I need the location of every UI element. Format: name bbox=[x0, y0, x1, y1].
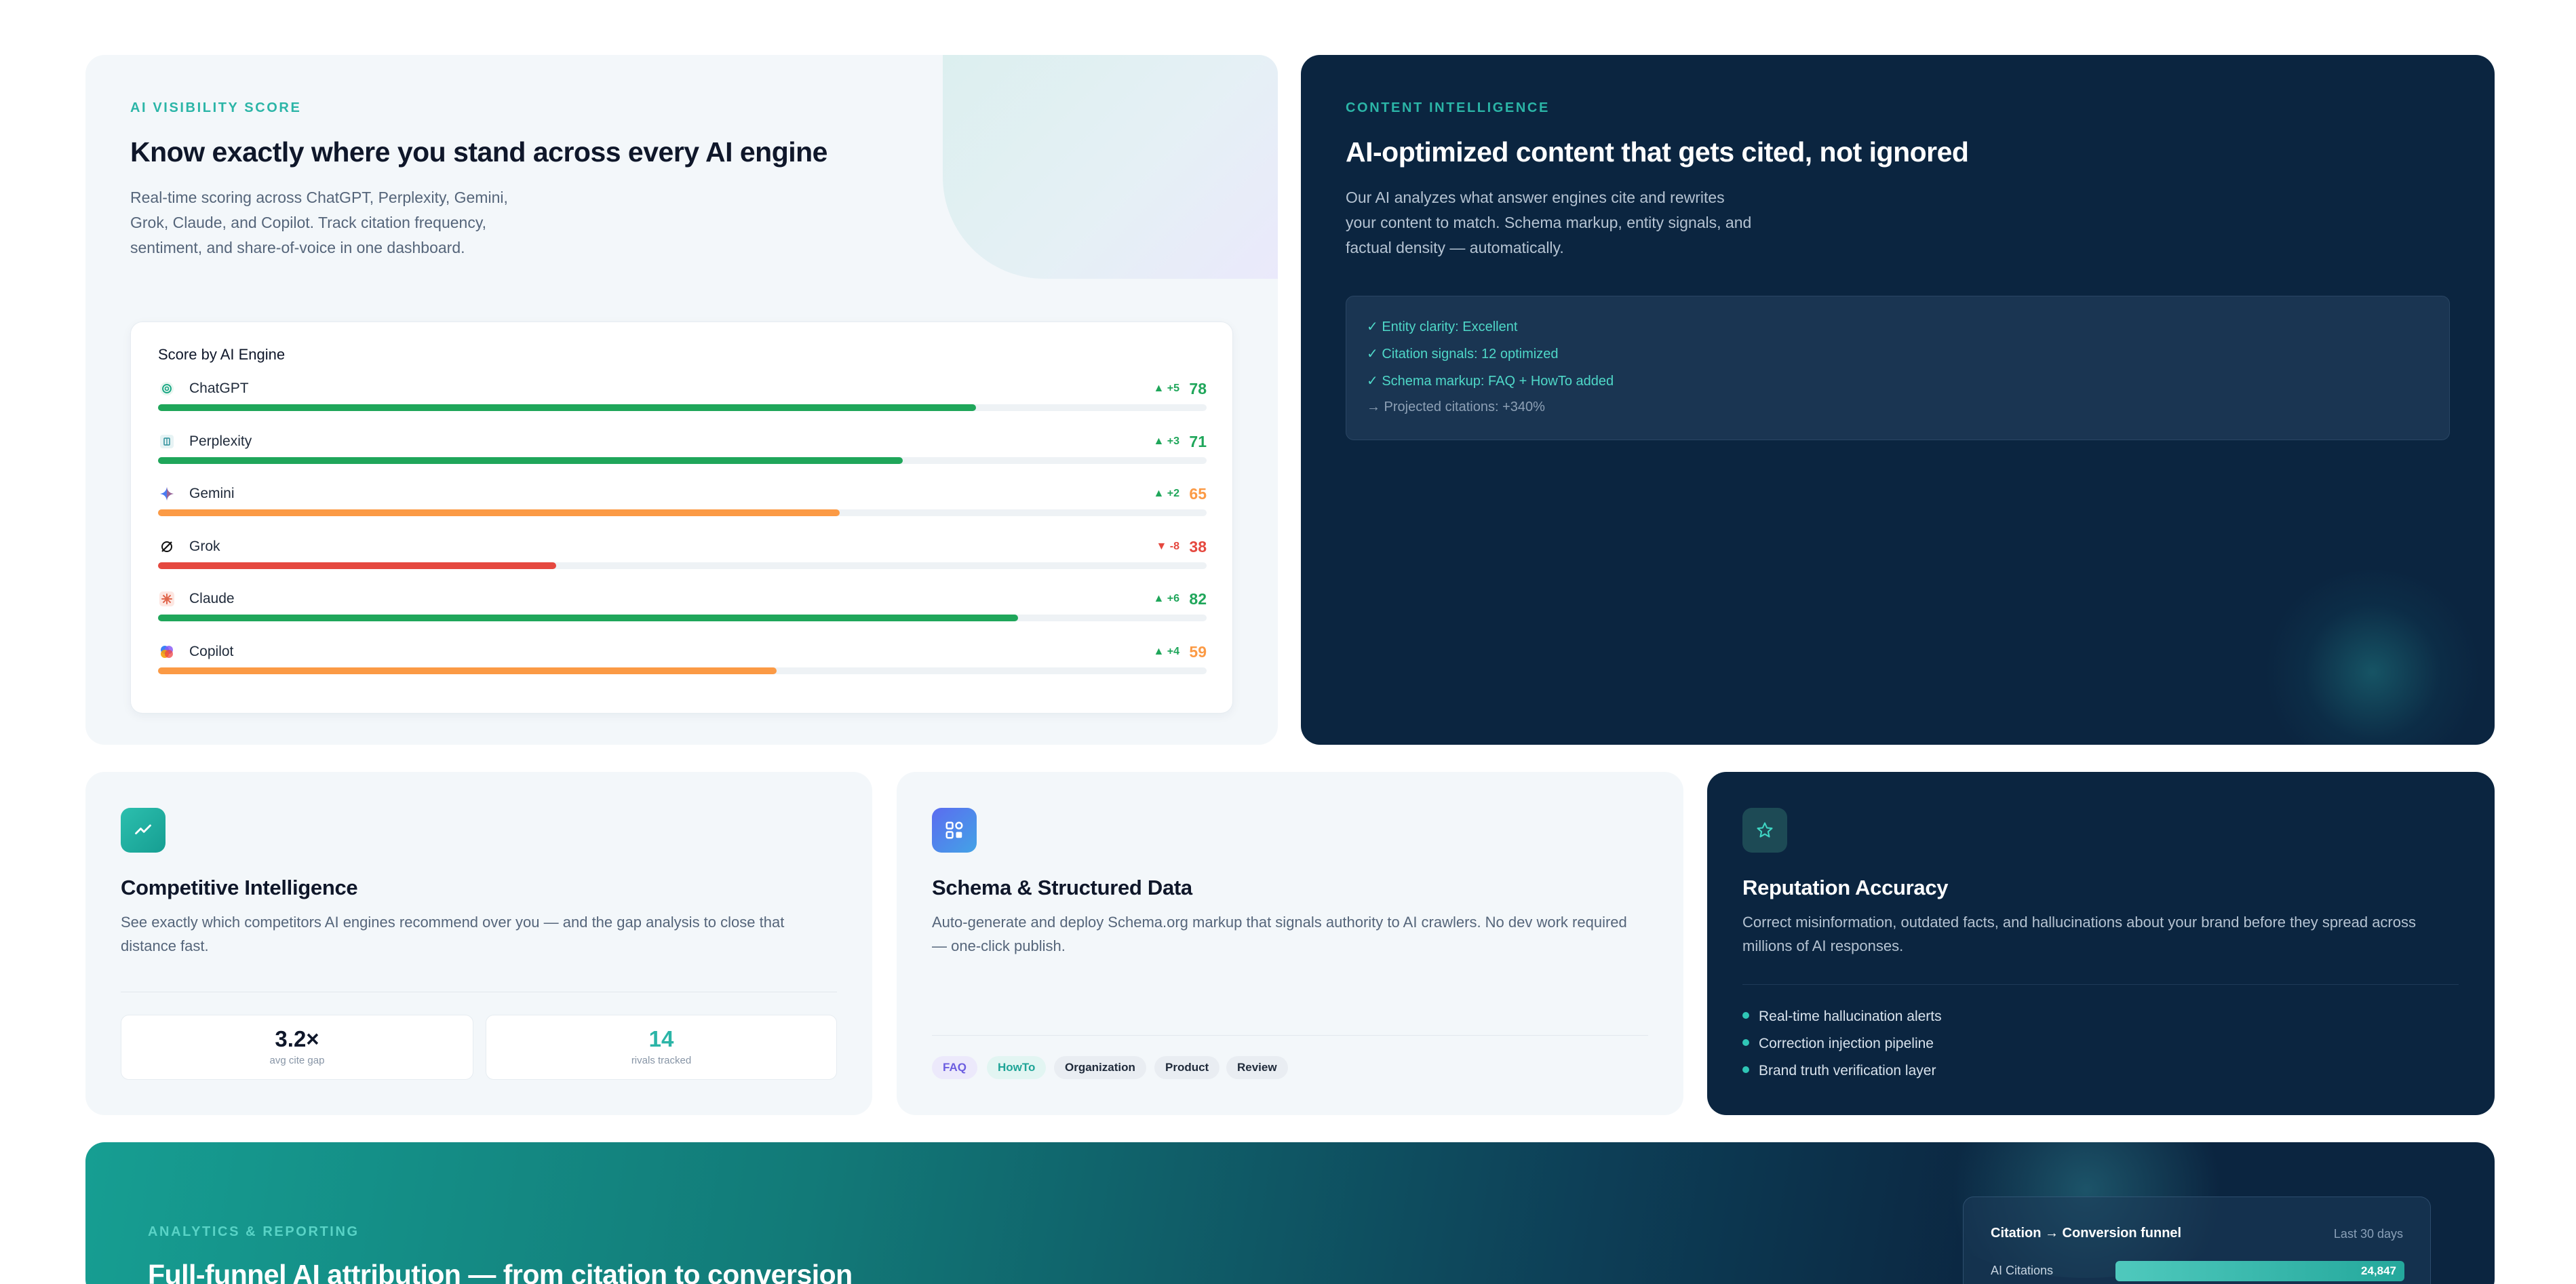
competitive-title: Competitive Intelligence bbox=[121, 876, 358, 899]
analytics-title: Full-funnel AI attribution — from citati… bbox=[148, 1259, 853, 1284]
engine-score: 78 bbox=[1189, 380, 1207, 397]
perplexity-icon bbox=[158, 433, 176, 450]
score-track bbox=[158, 509, 1207, 516]
engine-name: Gemini bbox=[189, 486, 235, 501]
competitive-description: See exactly which competitors AI engines… bbox=[121, 914, 785, 954]
score-bar bbox=[158, 667, 777, 674]
chip-howto[interactable]: HowTo bbox=[987, 1056, 1047, 1079]
engine-delta: ▲ +4 bbox=[1153, 645, 1179, 657]
funnel-bar: 24,847 bbox=[2115, 1261, 2404, 1281]
score-track bbox=[158, 404, 1207, 411]
claude-icon bbox=[158, 590, 176, 608]
engine-row-copilot: Copilot ▲ +4 59 bbox=[158, 643, 1207, 690]
engine-name: Claude bbox=[189, 591, 235, 606]
trend-icon bbox=[121, 808, 165, 853]
content-eyebrow: CONTENT INTELLIGENCE bbox=[1346, 100, 1550, 115]
divider bbox=[1742, 984, 2459, 985]
divider bbox=[932, 1035, 1648, 1036]
funnel-row-value: 24,847 bbox=[2361, 1264, 2396, 1277]
engine-score: 71 bbox=[1189, 432, 1207, 450]
content-description: Our AI analyzes what answer engines cite… bbox=[1346, 189, 1752, 256]
ai-visibility-card: AI VISIBILITY SCORE Know exactly where y… bbox=[85, 55, 1278, 745]
content-title: AI-optimized content that gets cited, no… bbox=[1346, 136, 1969, 168]
gemini-icon bbox=[158, 485, 176, 503]
visibility-eyebrow: AI VISIBILITY SCORE bbox=[130, 100, 302, 115]
content-intelligence-card: CONTENT INTELLIGENCE AI-optimized conten… bbox=[1301, 55, 2495, 745]
chip-product[interactable]: Product bbox=[1154, 1056, 1220, 1079]
engine-row-gemini: Gemini ▲ +2 65 bbox=[158, 485, 1207, 532]
bullet-item: Brand truth verification layer bbox=[1742, 1063, 1936, 1079]
funnel-title: Citation → Conversion funnel bbox=[1991, 1226, 2182, 1241]
funnel-range: Last 30 days bbox=[2333, 1227, 2403, 1241]
engine-name: Perplexity bbox=[189, 433, 252, 449]
schema-title: Schema & Structured Data bbox=[932, 876, 1192, 899]
score-track bbox=[158, 667, 1207, 674]
visibility-description: Real-time scoring across ChatGPT, Perple… bbox=[130, 189, 508, 256]
content-analysis-box: ✓ Entity clarity: Excellent ✓ Citation s… bbox=[1346, 296, 2450, 440]
visibility-title: Know exactly where you stand across ever… bbox=[130, 136, 828, 168]
chip-organization[interactable]: Organization bbox=[1054, 1056, 1146, 1079]
score-bar bbox=[158, 456, 903, 464]
engine-score: 65 bbox=[1189, 485, 1207, 503]
chip-faq[interactable]: FAQ bbox=[932, 1056, 977, 1079]
engine-delta: ▲ +5 bbox=[1153, 383, 1179, 394]
engine-delta: ▲ +2 bbox=[1153, 488, 1179, 499]
score-bar bbox=[158, 562, 557, 569]
funnel-row-label: AI Citations bbox=[1991, 1264, 2054, 1277]
engine-row-claude: Claude ▲ +6 82 bbox=[158, 590, 1207, 638]
score-bar bbox=[158, 404, 976, 411]
engine-row-chatgpt: ChatGPT ▲ +5 78 bbox=[158, 380, 1207, 427]
stat-value: 14 bbox=[648, 1026, 674, 1051]
engine-name: Grok bbox=[189, 538, 220, 554]
stat-cite-gap: 3.2× avg cite gap bbox=[121, 1015, 473, 1080]
engine-delta: ▼ -8 bbox=[1156, 540, 1179, 552]
competitive-intelligence-card: Competitive Intelligence See exactly whi… bbox=[85, 772, 872, 1115]
stat-label: rivals tracked bbox=[631, 1055, 692, 1066]
schema-description: Auto-generate and deploy Schema.org mark… bbox=[932, 914, 1627, 954]
engine-score: 82 bbox=[1189, 590, 1207, 608]
stat-rivals-tracked: 14 rivals tracked bbox=[486, 1015, 837, 1080]
bullet-item: Correction injection pipeline bbox=[1742, 1036, 1934, 1052]
score-bar bbox=[158, 615, 1018, 621]
engine-delta: ▲ +6 bbox=[1153, 593, 1179, 604]
schema-card: Schema & Structured Data Auto-generate a… bbox=[897, 772, 1683, 1115]
grok-icon bbox=[158, 538, 176, 556]
star-icon bbox=[1742, 808, 1787, 853]
engine-delta: ▲ +3 bbox=[1153, 435, 1179, 447]
engine-name: ChatGPT bbox=[189, 381, 249, 396]
score-track bbox=[158, 562, 1207, 569]
score-panel-title: Score by AI Engine bbox=[158, 346, 286, 363]
stat-label: avg cite gap bbox=[269, 1055, 325, 1066]
funnel-panel: Citation → Conversion funnel Last 30 day… bbox=[1963, 1197, 2431, 1284]
score-track bbox=[158, 456, 1207, 464]
analysis-line: ✓ Citation signals: 12 optimized bbox=[1367, 347, 1559, 362]
bullet-item: Real-time hallucination alerts bbox=[1742, 1009, 1942, 1025]
engine-score: 59 bbox=[1189, 642, 1207, 661]
chatgpt-icon bbox=[158, 380, 176, 397]
score-track bbox=[158, 615, 1207, 621]
engine-score: 38 bbox=[1189, 537, 1207, 556]
engine-row-grok: Grok ▼ -8 38 bbox=[158, 538, 1207, 585]
analytics-eyebrow: ANALYTICS & REPORTING bbox=[148, 1224, 359, 1239]
score-by-engine-panel: Score by AI Engine ChatGPT ▲ +5 78 Perplexi… bbox=[130, 322, 1233, 714]
grid-icon bbox=[932, 808, 977, 853]
chip-review[interactable]: Review bbox=[1226, 1056, 1288, 1079]
score-bar bbox=[158, 509, 840, 516]
decorative-gradient bbox=[943, 55, 1278, 279]
analysis-line: → Projected citations: +340% bbox=[1367, 400, 1545, 414]
copilot-icon bbox=[158, 643, 176, 661]
analysis-line: ✓ Entity clarity: Excellent bbox=[1367, 319, 1518, 334]
analytics-card: ANALYTICS & REPORTING Full-funnel AI att… bbox=[85, 1142, 2495, 1284]
analysis-line: ✓ Schema markup: FAQ + HowTo added bbox=[1367, 374, 1614, 389]
engine-name: Copilot bbox=[189, 643, 234, 659]
stat-value: 3.2× bbox=[275, 1026, 319, 1051]
reputation-description: Correct misinformation, outdated facts, … bbox=[1742, 914, 2416, 954]
engine-row-perplexity: Perplexity ▲ +3 71 bbox=[158, 433, 1207, 480]
reputation-title: Reputation Accuracy bbox=[1742, 876, 1949, 899]
reputation-card: Reputation Accuracy Correct misinformati… bbox=[1707, 772, 2495, 1115]
decorative-glow bbox=[2264, 570, 2481, 745]
